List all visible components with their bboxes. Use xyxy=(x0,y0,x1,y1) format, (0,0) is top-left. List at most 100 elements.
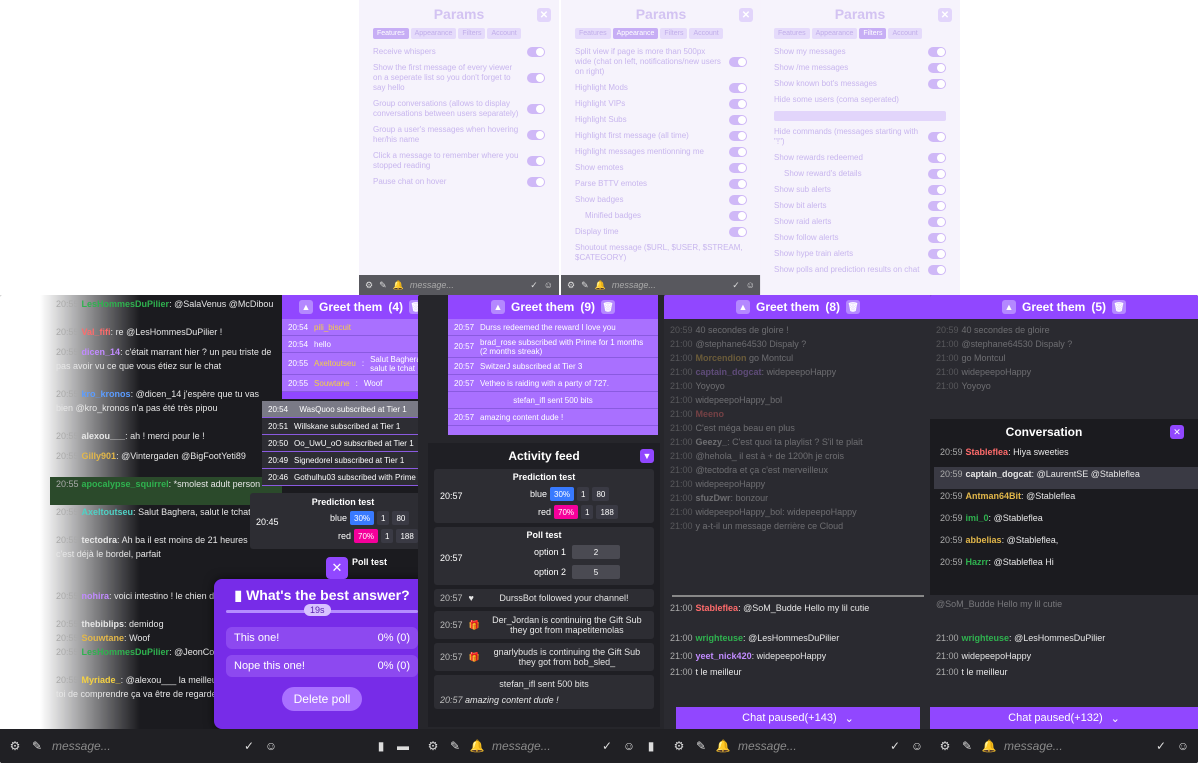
toggle[interactable] xyxy=(729,147,747,157)
chat-list-faded[interactable]: 20:59 40 secondes de gloire 21:00 @stephan… xyxy=(930,319,1198,393)
greet-item[interactable]: 20:57 brad_rose subscribed with Prime for… xyxy=(448,336,658,358)
greet-item[interactable]: 20:57 Durss redeemed the reward I love yo… xyxy=(448,319,658,336)
giftsub-alert[interactable]: 20:57 🎁 Der_Jordan is continuing the Gift … xyxy=(434,611,654,639)
toggle[interactable] xyxy=(928,47,946,57)
conversation-message[interactable]: 20:59 captain_dogcat: @LaurentSE @Stablef… xyxy=(934,467,1198,489)
chat-message[interactable]: 20:55 alexou___: ah ! merci pour le ! xyxy=(50,429,282,443)
chat-message[interactable]: 21:00 captain_dogcat: widepeepoHappy xyxy=(664,365,932,379)
chat-message[interactable]: 20:55 kro_kronos: @dicen_14 j'espère que … xyxy=(50,387,282,429)
chat-message[interactable]: 21:00 Meeno xyxy=(664,407,932,421)
poll-icon[interactable]: ▮ xyxy=(374,739,388,753)
chat-message[interactable]: 20:55 dicen_14: c'était marrant hier ? un… xyxy=(50,345,282,387)
tab-features[interactable]: Features xyxy=(774,28,810,39)
gear-icon[interactable]: ⚙ xyxy=(365,280,373,291)
bell-icon[interactable]: 🔔 xyxy=(595,280,606,291)
message-input[interactable]: message... xyxy=(410,280,524,290)
giftsub-alert[interactable]: 20:57 🎁 gnarlybuds is continuing the Gift … xyxy=(434,643,654,671)
bits-alert[interactable]: stefan_ifl sent 500 bits 20:57 amazing co… xyxy=(434,675,654,709)
chat-message-highlighted[interactable]: 20:55 apocalypse_squirrel: *smolest adult… xyxy=(50,477,282,505)
chat-list[interactable]: 21:00 Stableflea: @SoM_Budde Hello my lil… xyxy=(664,601,932,681)
bell-icon[interactable]: 🔔 xyxy=(393,280,404,291)
chat-message[interactable]: 21:00 @stephane64530 Dispaly ? xyxy=(930,337,1198,351)
chat-list[interactable]: 21:00 wrighteuse: @LesHommesDuPilier 21:0… xyxy=(930,631,1198,681)
conversation-message[interactable]: 20:59 Antman64Bit: @Stableflea xyxy=(934,489,1198,511)
chat-message[interactable]: 20:55 LesHommesDuPilier: @SalaVenus @McDi… xyxy=(50,297,282,325)
chat-message[interactable]: 21:00 wrighteuse: @LesHommesDuPilier xyxy=(930,631,1198,649)
toggle[interactable] xyxy=(729,99,747,109)
chat-message[interactable]: 21:00 Yoyoyo xyxy=(664,379,932,393)
toggle[interactable] xyxy=(527,47,545,57)
gear-icon[interactable]: ⚙ xyxy=(938,739,952,753)
toggle[interactable] xyxy=(527,177,545,187)
emoji-icon[interactable]: ☺ xyxy=(544,280,553,290)
bell-icon[interactable]: 🔔 xyxy=(470,739,485,753)
toggle[interactable] xyxy=(928,201,946,211)
greet-item[interactable]: 20:57 SwitzerJ subscribed at Tier 3 xyxy=(448,358,658,375)
chat-message[interactable]: 21:00 t le meilleur xyxy=(664,665,932,681)
check-icon[interactable]: ✓ xyxy=(732,280,740,291)
chat-message[interactable]: 21:00 sfuzDwr: bonzour xyxy=(664,491,932,505)
toggle[interactable] xyxy=(928,185,946,195)
check-icon[interactable]: ✓ xyxy=(1154,739,1168,753)
toggle[interactable] xyxy=(527,104,545,114)
greet-header[interactable]: ▲ Greet them (5) 🗑 xyxy=(930,295,1198,319)
tab-account[interactable]: Account xyxy=(689,28,723,39)
chat-message[interactable]: 21:00 Morcendion go Montcul xyxy=(664,351,932,365)
toggle[interactable] xyxy=(729,115,747,125)
hide-users-input[interactable] xyxy=(774,111,946,121)
close-icon[interactable]: ✕ xyxy=(326,557,348,579)
chat-message[interactable]: 20:55 Val_fifi: re @LesHommesDuPilier ! xyxy=(50,325,282,339)
chat-message[interactable]: 21:00 go Montcul xyxy=(930,351,1198,365)
greet-header[interactable]: ▲ Greet them (4) 🗑 xyxy=(282,295,440,319)
toggle[interactable] xyxy=(729,179,747,189)
emoji-icon[interactable]: ☺ xyxy=(746,280,755,290)
poll-option[interactable]: This one! 0% (0) xyxy=(226,627,418,649)
prediction-icon[interactable]: ▬ xyxy=(396,739,410,753)
gear-icon[interactable]: ⚙ xyxy=(567,280,575,291)
greet-item[interactable]: 20:54 hello xyxy=(282,336,440,353)
follow-alert[interactable]: 20:57 ♥ DurssBot followed your channel! xyxy=(434,589,654,607)
toggle[interactable] xyxy=(729,131,747,141)
emoji-icon[interactable]: ☺ xyxy=(910,739,924,753)
sub-alert[interactable]: 20:50 Oo_UwU_oO subscribed at Tier 1 xyxy=(262,435,440,452)
toggle[interactable] xyxy=(729,163,747,173)
chat-message[interactable]: 21:00 wrighteuse: @LesHommesDuPilier xyxy=(664,631,932,649)
chat-message[interactable]: 20:55 Gilly901: @Vintergaden @BigFootYeti… xyxy=(50,449,282,477)
tab-appearance[interactable]: Appearance xyxy=(811,28,858,39)
greet-header[interactable]: ▲ Greet them (8) 🗑 xyxy=(664,295,932,319)
edit-icon[interactable]: ✎ xyxy=(694,739,708,753)
chat-message[interactable]: 21:00 Stableflea: @SoM_Budde Hello my lil… xyxy=(664,601,932,631)
toggle[interactable] xyxy=(729,211,747,221)
toggle[interactable] xyxy=(729,195,747,205)
chat-message[interactable]: 20:55 Axeltoutseu: Salut Baghera, salut l… xyxy=(50,505,282,533)
chat-message[interactable]: 21:00 widepeepoHappy xyxy=(930,365,1198,379)
conversation-message[interactable]: 20:59 abbelias: @Stableflea, xyxy=(934,533,1198,555)
tab-features[interactable]: Features xyxy=(575,28,611,39)
toggle[interactable] xyxy=(928,169,946,179)
toggle[interactable] xyxy=(928,63,946,73)
edit-icon[interactable]: ✎ xyxy=(960,739,974,753)
sub-alert[interactable]: 20:51 Willskane subscribed at Tier 1 xyxy=(262,418,440,435)
chat-message[interactable]: @SoM_Budde Hello my lil cutie xyxy=(930,597,1198,627)
chat-list-faded[interactable]: 20:59 40 secondes de gloire ! 21:00 @steph… xyxy=(664,319,932,533)
trash-icon[interactable]: 🗑 xyxy=(846,300,861,314)
check-icon[interactable]: ✓ xyxy=(530,280,538,291)
chevron-up-icon[interactable]: ▲ xyxy=(490,300,505,314)
edit-icon[interactable]: ✎ xyxy=(448,739,462,753)
tab-account[interactable]: Account xyxy=(888,28,922,39)
chat-paused-button[interactable]: Chat paused(+143) ⌄ xyxy=(676,707,920,729)
conversation-message[interactable]: 20:59 Stableflea: Hiya sweeties xyxy=(934,445,1198,467)
greet-header[interactable]: ▲ Greet them (9) 🗑 xyxy=(448,295,658,319)
edit-icon[interactable]: ✎ xyxy=(30,739,44,753)
message-input[interactable]: message... xyxy=(1004,739,1146,753)
toggle[interactable] xyxy=(729,83,747,93)
close-icon[interactable]: ✕ xyxy=(1170,425,1184,439)
bell-icon[interactable]: 🔔 xyxy=(982,739,997,753)
chevron-up-icon[interactable]: ▲ xyxy=(1001,300,1016,314)
chat-message[interactable]: 21:00 Yoyoyo xyxy=(930,379,1198,393)
message-input[interactable]: message... xyxy=(52,739,234,753)
toggle[interactable] xyxy=(928,79,946,89)
check-icon[interactable]: ✓ xyxy=(242,739,256,753)
greet-item[interactable]: 20:54 pili_biscuit xyxy=(282,319,440,336)
tab-appearance[interactable]: Appearance xyxy=(612,28,659,39)
